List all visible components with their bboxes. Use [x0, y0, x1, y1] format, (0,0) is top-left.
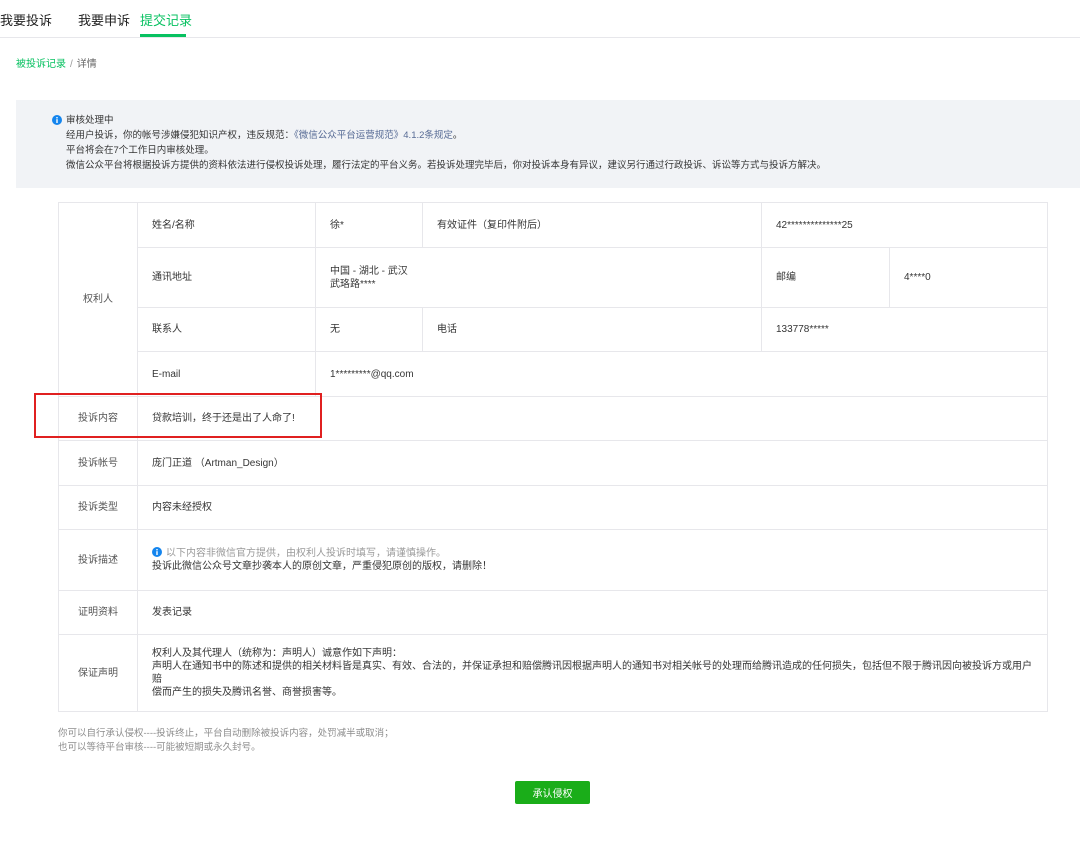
footer-note-line-1: 你可以自行承认侵权----投诉终止，平台自动删除被投诉内容，处罚减半或取消；: [58, 728, 394, 739]
proof-value: 发表记录: [137, 590, 1048, 635]
guarantee-value: 权利人及其代理人（统称为：声明人）诚意作如下声明： 声明人在通知书中的陈述和提供…: [137, 634, 1048, 712]
name-value: 徐*: [315, 202, 423, 248]
description-label: 投诉描述: [58, 529, 138, 591]
content-value: 贷款培训，终于还是出了人命了!: [137, 396, 1048, 441]
tab-complain[interactable]: 我要投诉: [0, 13, 52, 29]
account-label: 投诉帐号: [58, 440, 138, 486]
address-line-1: 中国 - 湖北 - 武汉: [330, 265, 408, 277]
breadcrumb-separator: /: [70, 59, 73, 70]
table-row: 联系人 无 电话 133778*****: [59, 307, 1048, 352]
zip-value: 4****0: [889, 247, 1048, 308]
description-tip-text: 以下内容非微信官方提供，由权利人投诉时填写，请谨慎操作。: [166, 548, 446, 559]
table-row: 投诉类型 内容未经授权: [58, 485, 1048, 530]
contact-label: 联系人: [137, 307, 316, 352]
table-row: 证明资料 发表记录: [58, 590, 1048, 635]
id-value: 42**************25: [761, 202, 1048, 248]
guarantee-line-2: 声明人在通知书中的陈述和提供的相关材料皆是真实、有效、合法的，并保证承担和赔偿腾…: [152, 661, 1032, 685]
breadcrumb-current: 详情: [76, 59, 97, 70]
guarantee-line-3: 偿而产生的损失及腾讯名誉、商誉损害等。: [152, 687, 342, 698]
tab-submission-records[interactable]: 提交记录: [140, 13, 192, 29]
info-icon: [152, 547, 162, 557]
table-row: 通讯地址 中国 - 湖北 - 武汉 武珞路**** 邮编 4****0: [59, 247, 1048, 308]
info-icon: [52, 115, 62, 125]
platform-rules-link[interactable]: 《微信公众平台运营规范》4.1.2条规定: [294, 130, 453, 141]
proof-label: 证明资料: [58, 590, 138, 635]
address-label: 通讯地址: [137, 247, 316, 308]
notice-line-1: 经用户投诉，你的帐号涉嫌侵犯知识产权，违反规范：《微信公众平台运营规范》4.1.…: [66, 130, 462, 142]
tab-appeal[interactable]: 我要申诉: [78, 13, 130, 29]
type-label: 投诉类型: [58, 485, 138, 530]
complaint-detail-table: 权利人 姓名/名称 徐* 有效证件（复印件附后） 42*************…: [58, 202, 1048, 712]
footer-note-line-2: 也可以等待平台审核----可能被短期或永久封号。: [58, 742, 261, 753]
address-line-2: 武珞路****: [330, 278, 376, 290]
top-tab-bar: 我要投诉 我要申诉 提交记录: [0, 0, 1080, 38]
phone-value: 133778*****: [761, 307, 1048, 352]
table-row: E-mail 1*********@qq.com: [59, 351, 1048, 397]
notice-title: 审核处理中: [66, 115, 114, 126]
breadcrumb: 被投诉记录 / 详情: [16, 59, 97, 71]
id-label: 有效证件（复印件附后）: [422, 202, 762, 248]
breadcrumb-complained-records-link[interactable]: 被投诉记录: [16, 59, 66, 70]
table-row: 投诉描述 以下内容非微信官方提供，由权利人投诉时填写，请谨慎操作。 投诉此微信公…: [58, 529, 1048, 591]
table-row: 权利人 姓名/名称 徐* 有效证件（复印件附后） 42*************…: [58, 202, 1048, 397]
content-label: 投诉内容: [58, 396, 138, 441]
type-value: 内容未经授权: [137, 485, 1048, 530]
review-status-notice: 审核处理中 经用户投诉，你的帐号涉嫌侵犯知识产权，违反规范：《微信公众平台运营规…: [16, 100, 1080, 188]
notice-line-3: 微信公众平台将根据投诉方提供的资料依法进行侵权投诉处理，履行法定的平台义务。若投…: [66, 160, 827, 171]
table-row: 保证声明 权利人及其代理人（统称为：声明人）诚意作如下声明： 声明人在通知书中的…: [58, 634, 1048, 712]
email-label: E-mail: [137, 351, 316, 397]
notice-line-1-prefix: 经用户投诉，你的帐号涉嫌侵犯知识产权，违反规范：: [66, 130, 295, 141]
admit-infringement-button[interactable]: 承认侵权: [515, 781, 590, 804]
active-tab-indicator: [140, 34, 186, 37]
address-value: 中国 - 湖北 - 武汉 武珞路****: [315, 247, 762, 308]
email-value: 1*********@qq.com: [315, 351, 1048, 397]
phone-label: 电话: [422, 307, 762, 352]
description-text: 投诉此微信公众号文章抄袭本人的原创文章，严重侵犯原创的版权，请删除！: [152, 561, 492, 572]
rightholder-label: 权利人: [58, 202, 138, 397]
table-row: 投诉内容 贷款培训，终于还是出了人命了!: [58, 396, 1048, 441]
footer-note: 你可以自行承认侵权----投诉终止，平台自动删除被投诉内容，处罚减半或取消； 也…: [58, 727, 394, 755]
notice-line-2: 平台将会在7个工作日内审核处理。: [66, 145, 214, 156]
account-value: 庞门正道 （Artman_Design）: [137, 440, 1048, 486]
zip-label: 邮编: [761, 247, 890, 308]
contact-value: 无: [315, 307, 423, 352]
guarantee-label: 保证声明: [58, 634, 138, 712]
description-tip: 以下内容非微信官方提供，由权利人投诉时填写，请谨慎操作。: [152, 547, 1033, 560]
description-value: 以下内容非微信官方提供，由权利人投诉时填写，请谨慎操作。 投诉此微信公众号文章抄…: [137, 529, 1048, 591]
guarantee-line-1: 权利人及其代理人（统称为：声明人）诚意作如下声明：: [152, 648, 402, 659]
table-row: 投诉帐号 庞门正道 （Artman_Design）: [58, 440, 1048, 486]
name-label: 姓名/名称: [137, 202, 316, 248]
notice-line-1-suffix: 。: [452, 130, 463, 141]
